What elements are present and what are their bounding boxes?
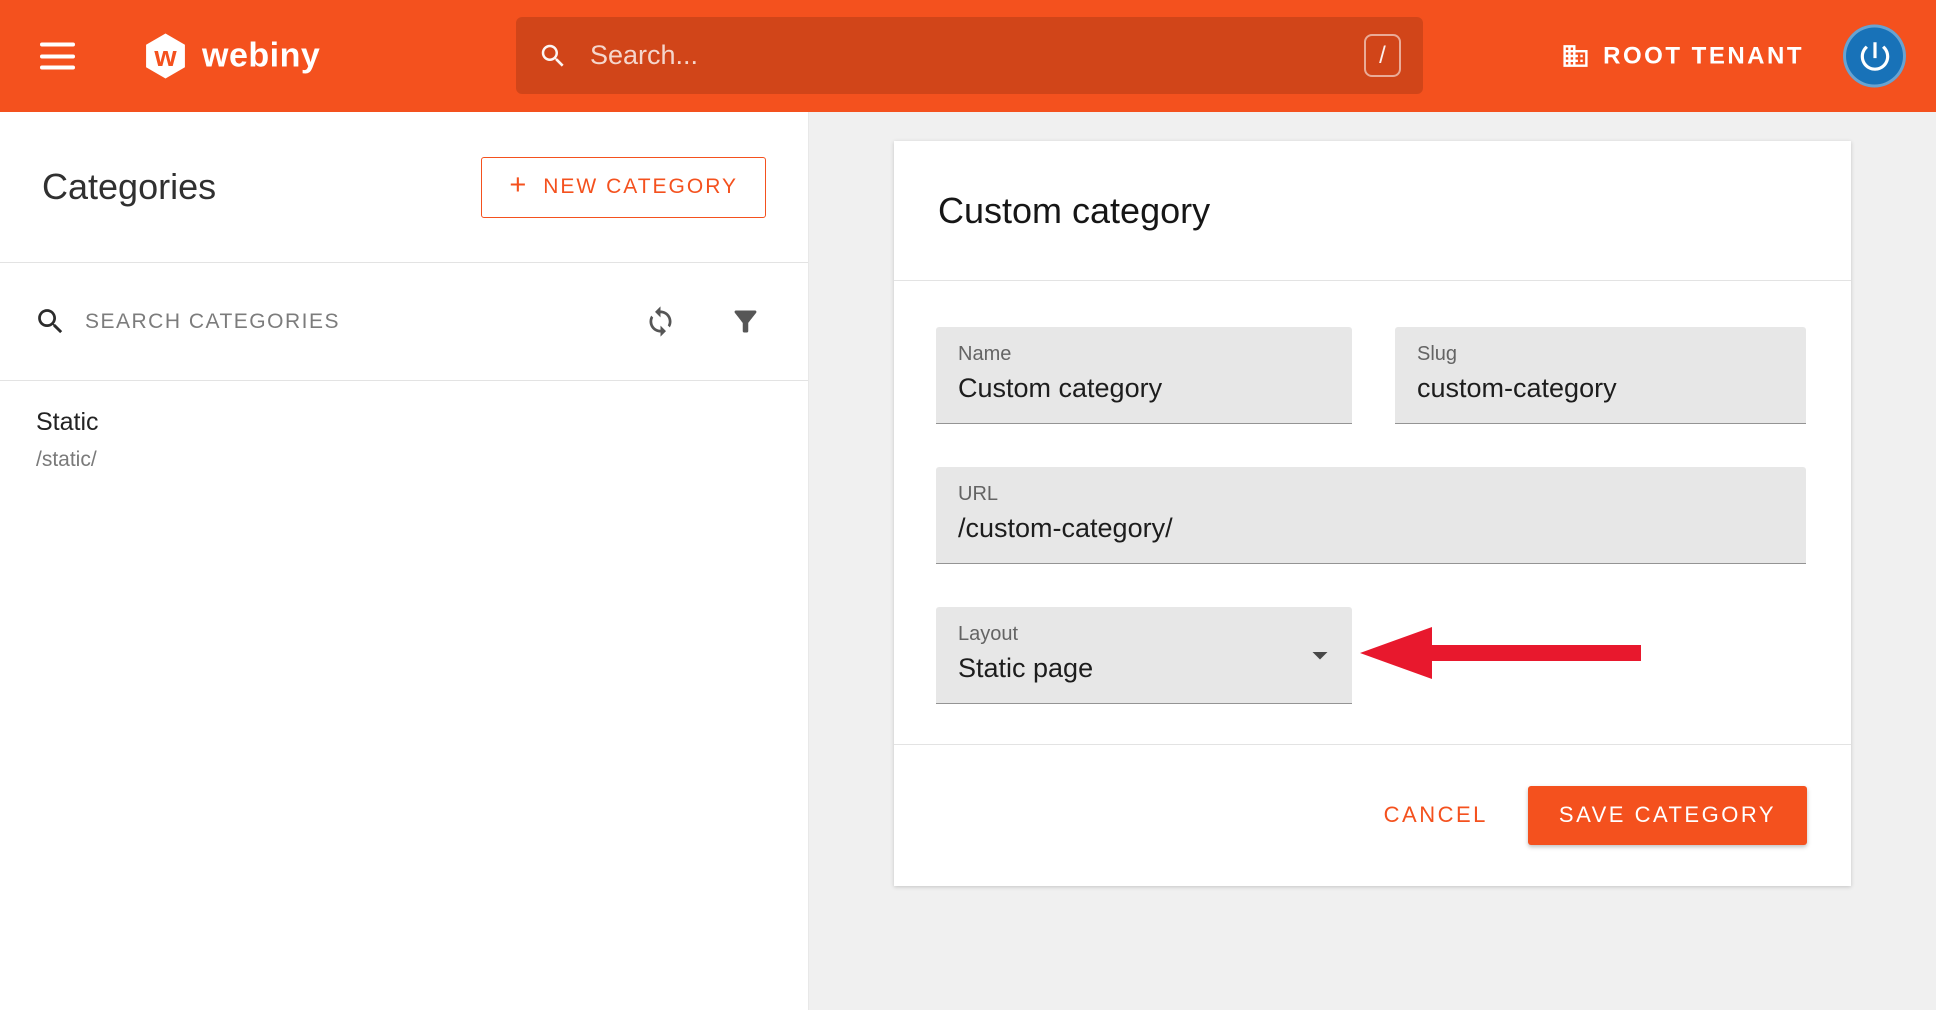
name-field-label: Name [958,343,1330,366]
new-category-button[interactable]: + NEW CATEGORY [481,157,766,218]
url-field-label: URL [958,483,1784,506]
page-title: Categories [42,166,216,208]
form-title: Custom category [938,190,1210,232]
brand-name: webiny [202,37,320,76]
tenant-label: ROOT TENANT [1603,42,1804,70]
user-avatar[interactable] [1843,25,1906,88]
category-form-card: Custom category Name Custom category Slu… [894,141,1851,886]
global-search-placeholder: Search... [590,40,1364,71]
details-panel: Custom category Name Custom category Slu… [809,112,1936,1010]
power-icon [1856,37,1894,75]
form-body: Name Custom category Slug custom-categor… [894,281,1851,744]
annotation-arrow [1358,625,1643,681]
slug-field-label: Slug [1417,343,1784,366]
webiny-logo[interactable]: w webiny [142,33,320,80]
name-field-value: Custom category [958,373,1330,404]
plus-icon: + [509,171,528,200]
building-icon [1561,42,1590,71]
menu-icon[interactable] [40,43,75,70]
url-field[interactable]: URL /custom-category/ [936,467,1806,564]
name-field[interactable]: Name Custom category [936,327,1352,424]
categories-search-input[interactable]: SEARCH CATEGORIES [85,310,644,334]
refresh-icon [644,305,677,338]
categories-list: Static /static/ [0,381,808,502]
topbar: w webiny Search... / ROOT TENANT [0,0,1936,112]
refresh-button[interactable] [644,305,677,338]
global-search-input[interactable]: Search... / [516,17,1423,94]
category-url: /static/ [36,448,772,472]
webiny-hexagon-icon: w [142,33,189,80]
categories-header: Categories + NEW CATEGORY [0,112,808,262]
list-item-static[interactable]: Static /static/ [0,381,808,502]
svg-text:w: w [153,41,177,73]
tenant-selector[interactable]: ROOT TENANT [1561,42,1804,71]
categories-panel: Categories + NEW CATEGORY SEARCH CATEGOR… [0,112,809,1010]
chevron-down-icon [1302,637,1338,673]
url-field-value: /custom-category/ [958,513,1784,544]
main-content: Categories + NEW CATEGORY SEARCH CATEGOR… [0,112,1936,1010]
cancel-button[interactable]: CANCEL [1384,802,1488,828]
search-icon [34,305,67,338]
filter-icon [729,305,762,338]
search-icon [538,41,568,71]
categories-search-row: SEARCH CATEGORIES [0,263,808,380]
layout-select[interactable]: Layout Static page [936,607,1352,704]
form-footer: CANCEL SAVE CATEGORY [894,744,1851,885]
category-name: Static [36,408,772,437]
slug-field[interactable]: Slug custom-category [1395,327,1806,424]
search-shortcut-badge: / [1364,34,1401,77]
slug-field-value: custom-category [1417,373,1784,404]
new-category-label: NEW CATEGORY [543,175,738,199]
save-category-button[interactable]: SAVE CATEGORY [1528,786,1807,845]
filter-button[interactable] [729,305,762,338]
layout-select-value: Static page [958,653,1330,684]
form-header: Custom category [894,141,1851,280]
layout-select-label: Layout [958,623,1330,646]
